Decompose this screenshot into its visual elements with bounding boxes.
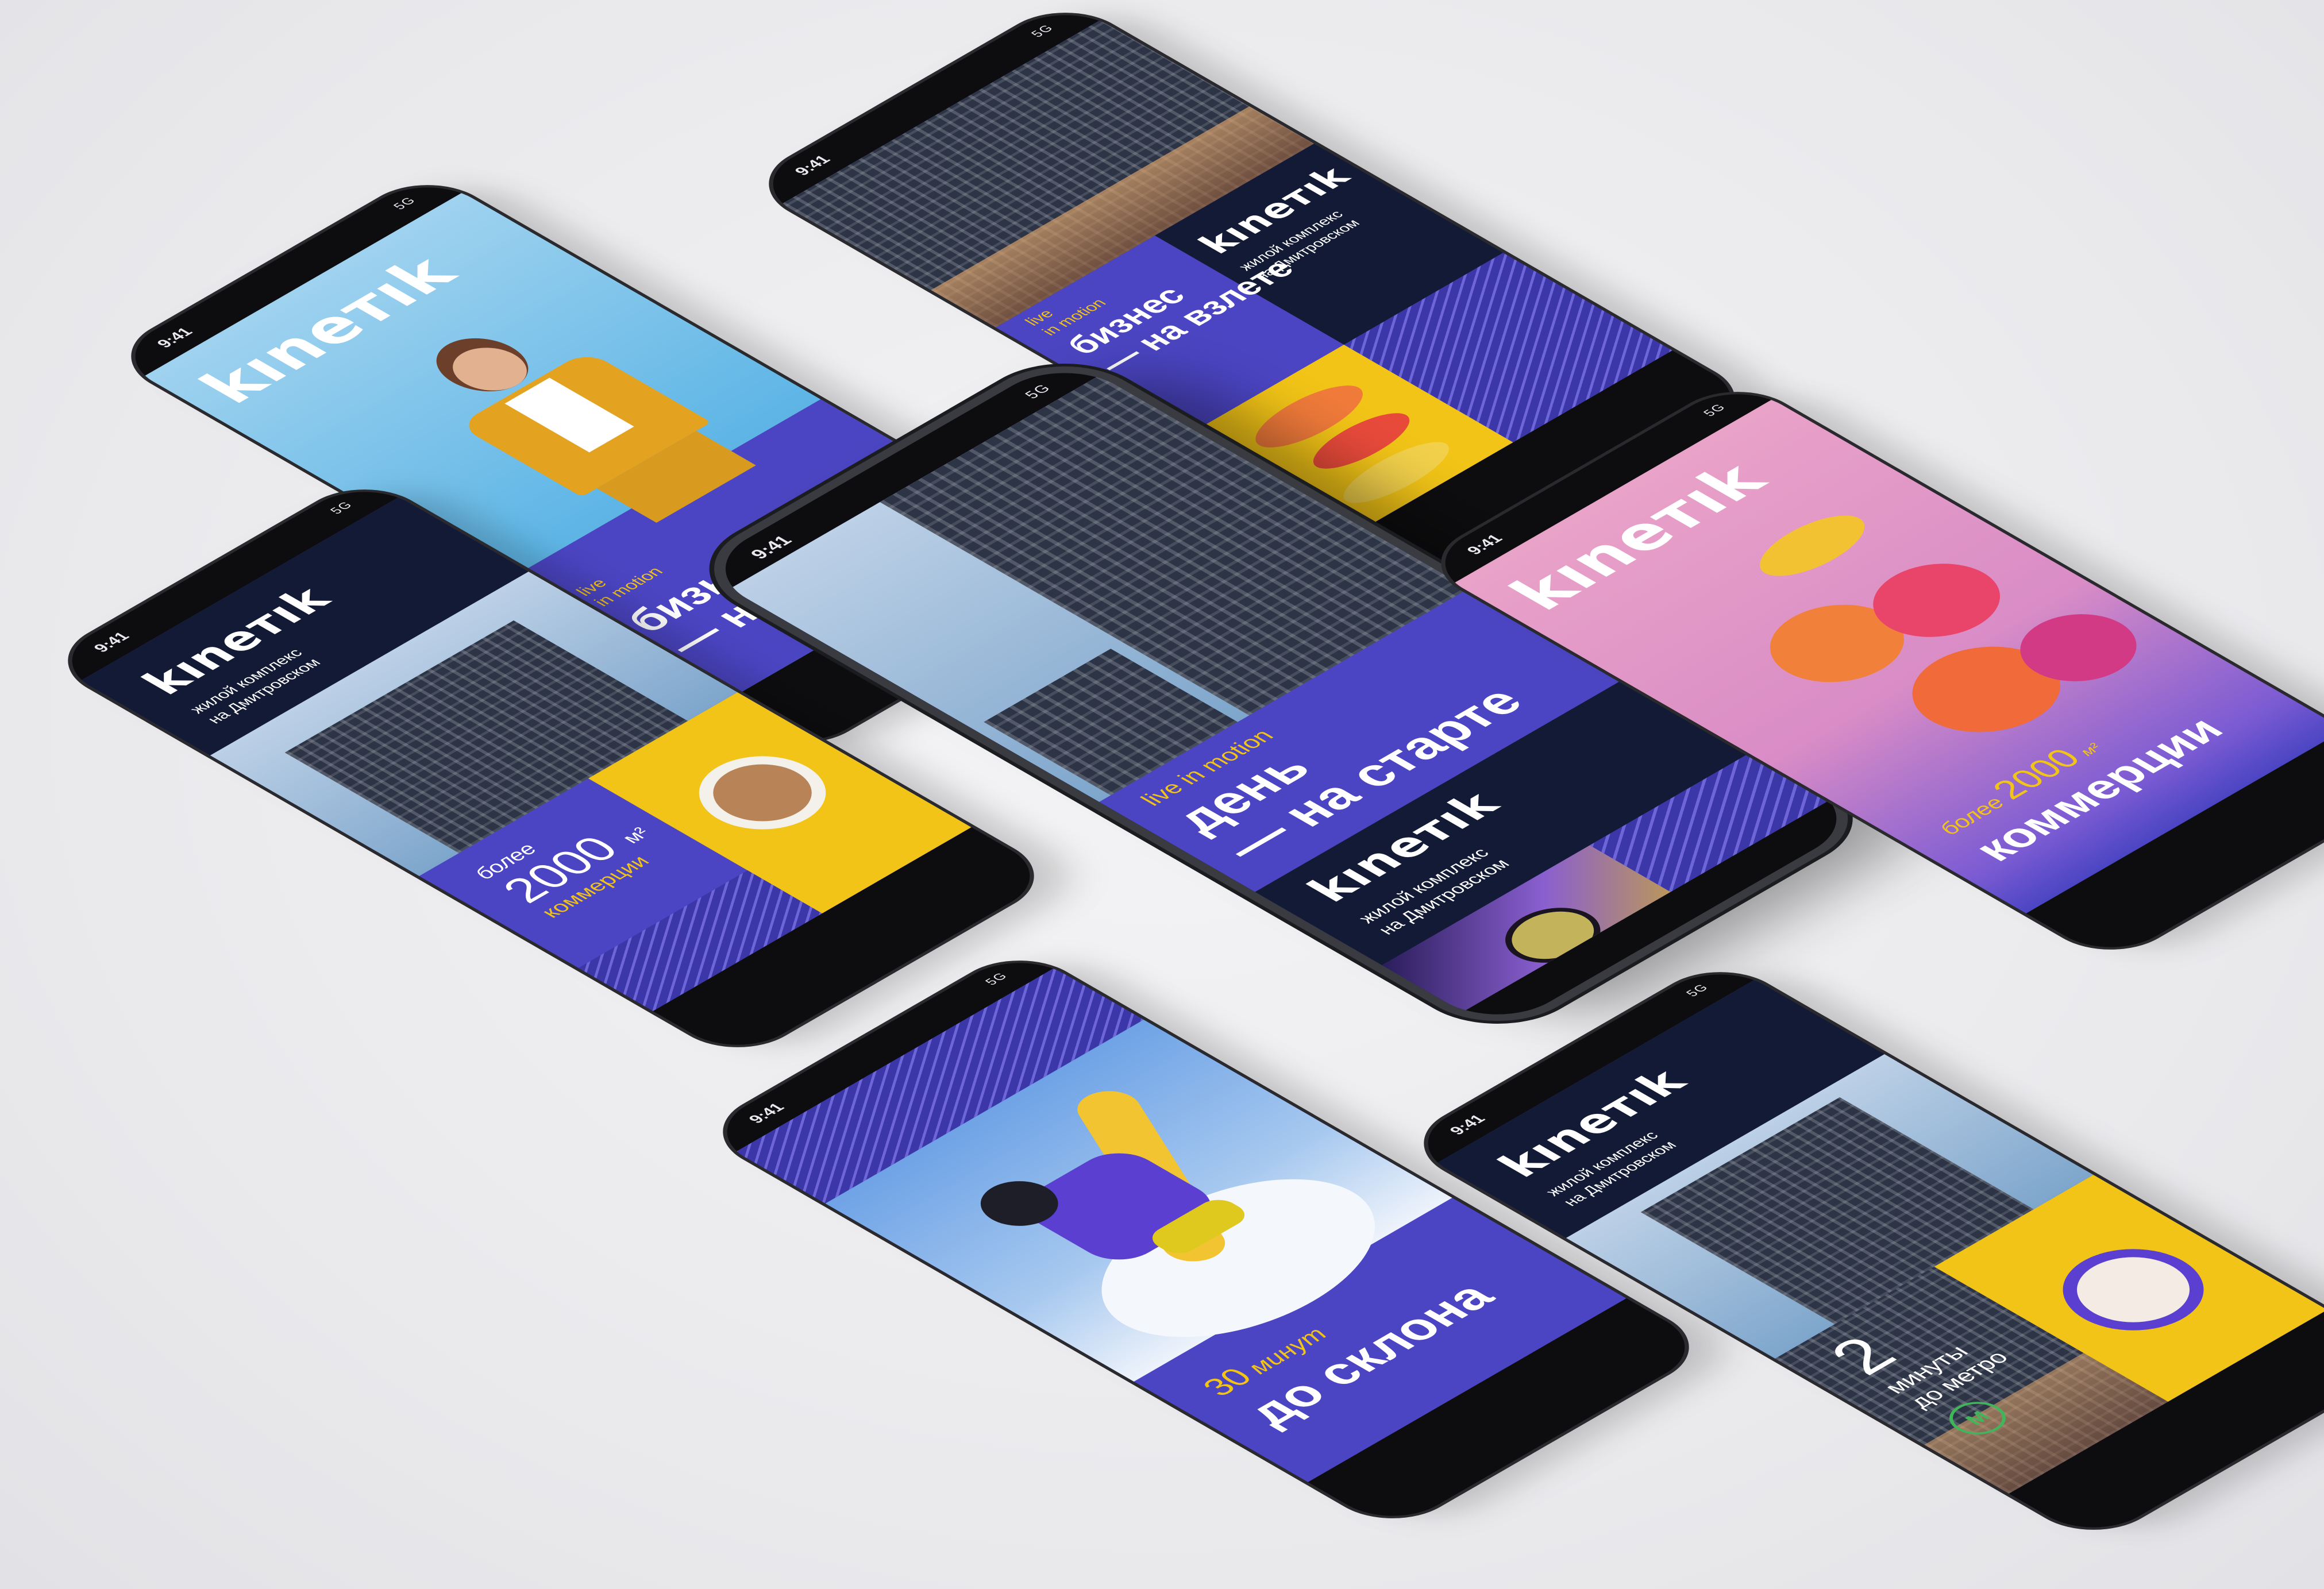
macaron-yellow [1742,506,1882,586]
unit-text: м² [616,824,655,847]
status-signal-icon: 5G [390,195,419,212]
status-signal-icon: 5G [326,499,356,516]
status-time: 9:41 [1446,1112,1489,1137]
status-signal-icon: 5G [1021,381,1055,401]
status-time: 9:41 [791,152,834,178]
status-time: 9:41 [745,1100,788,1126]
phone-snowboard: 9:41 5G 30 минут до склона [701,948,1751,1531]
status-signal-icon: 5G [1699,402,1729,419]
mockup-stage: 9:41 5G kıneтık live in motion бизнес — … [0,0,2324,1589]
status-signal-icon: 5G [1682,982,1712,999]
status-time: 9:41 [90,629,133,655]
unit-text: м² [2075,740,2106,758]
status-signal-icon: 5G [1027,22,1057,40]
status-signal-icon: 5G [981,970,1011,988]
status-time: 9:41 [153,325,196,350]
status-time: 9:41 [1463,531,1506,557]
